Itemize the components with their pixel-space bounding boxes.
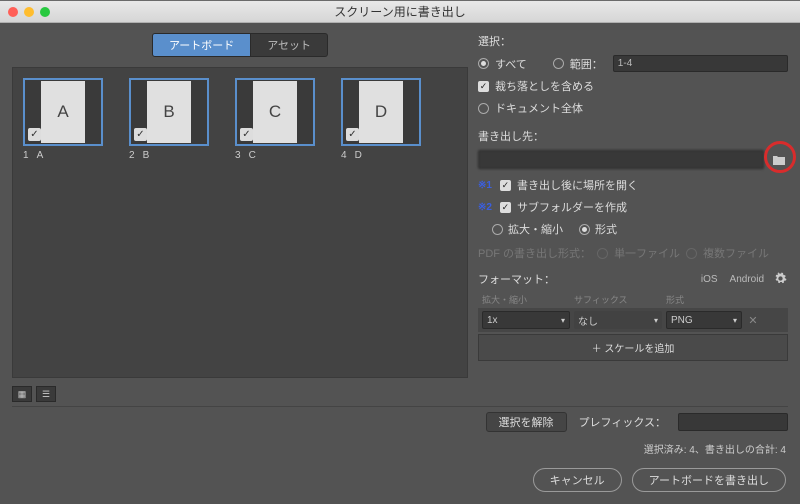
selection-label: 選択： — [478, 33, 788, 49]
artboard-checkbox[interactable]: ✓ — [240, 128, 253, 141]
preset-ios-button[interactable]: iOS — [695, 272, 724, 287]
artboard-item[interactable]: D✓ 4D — [341, 78, 421, 161]
format-label: フォーマット： — [478, 271, 555, 287]
tab-asset[interactable]: アセット — [251, 33, 328, 57]
status-text: 選択済み: 4、書き出しの合計: 4 — [0, 437, 800, 460]
prefix-input[interactable] — [678, 413, 788, 431]
radio-subfolder-scale[interactable] — [492, 224, 503, 235]
format-row: 1x なし PNG ✕ — [478, 308, 788, 332]
export-for-screens-dialog: スクリーン用に書き出し アートボード アセット A✓ 1A B✓ 2B — [0, 0, 800, 504]
artboard-item[interactable]: C✓ 3C — [235, 78, 315, 161]
type-select[interactable]: PNG — [666, 311, 742, 329]
browse-folder-button[interactable] — [770, 152, 788, 168]
grid-view-icon[interactable]: ▦ — [12, 386, 32, 402]
export-to-label: 書き出し先： — [478, 128, 788, 144]
suffix-input[interactable]: なし — [574, 311, 662, 329]
checkbox-create-subfolder[interactable]: ✓ — [500, 202, 511, 213]
export-path-field[interactable] — [478, 150, 764, 169]
artboard-list: A✓ 1A B✓ 2B C✓ 3C D✓ 4D — [23, 78, 457, 161]
add-scale-button[interactable]: ＋ スケールを追加 — [478, 334, 788, 361]
list-view-icon[interactable]: ☰ — [36, 386, 56, 402]
radio-range[interactable] — [553, 58, 564, 69]
artboard-checkbox[interactable]: ✓ — [28, 128, 41, 141]
artboard-item[interactable]: A✓ 1A — [23, 78, 103, 161]
annotation-1: ※1 — [478, 180, 492, 191]
source-tabs: アートボード アセット — [12, 33, 468, 57]
radio-all[interactable] — [478, 58, 489, 69]
radio-pdf-single — [597, 248, 608, 259]
radio-pdf-multi — [686, 248, 697, 259]
annotation-2: ※2 — [478, 202, 492, 213]
preset-android-button[interactable]: Android — [724, 272, 770, 287]
tab-artboard[interactable]: アートボード — [152, 33, 251, 57]
prefix-label: プレフィックス： — [579, 414, 666, 430]
export-artboard-button[interactable]: アートボードを書き出し — [632, 468, 786, 492]
artboard-checkbox[interactable]: ✓ — [346, 128, 359, 141]
artboard-item[interactable]: B✓ 2B — [129, 78, 209, 161]
artboard-checkbox[interactable]: ✓ — [134, 128, 147, 141]
deselect-button[interactable]: 選択を解除 — [486, 412, 567, 432]
titlebar: スクリーン用に書き出し — [0, 1, 800, 23]
artboard-preview-area: A✓ 1A B✓ 2B C✓ 3C D✓ 4D — [12, 67, 468, 378]
folder-icon — [772, 154, 786, 166]
window-title: スクリーン用に書き出し — [0, 3, 800, 20]
gear-icon[interactable] — [774, 272, 788, 286]
radio-subfolder-format[interactable] — [579, 224, 590, 235]
scale-select[interactable]: 1x — [482, 311, 570, 329]
remove-row-icon[interactable]: ✕ — [746, 314, 760, 327]
radio-whole-document[interactable] — [478, 103, 489, 114]
checkbox-include-bleed[interactable]: ✓ — [478, 81, 489, 92]
checkbox-open-location[interactable]: ✓ — [500, 180, 511, 191]
range-input[interactable] — [613, 55, 788, 72]
cancel-button[interactable]: キャンセル — [533, 468, 622, 492]
